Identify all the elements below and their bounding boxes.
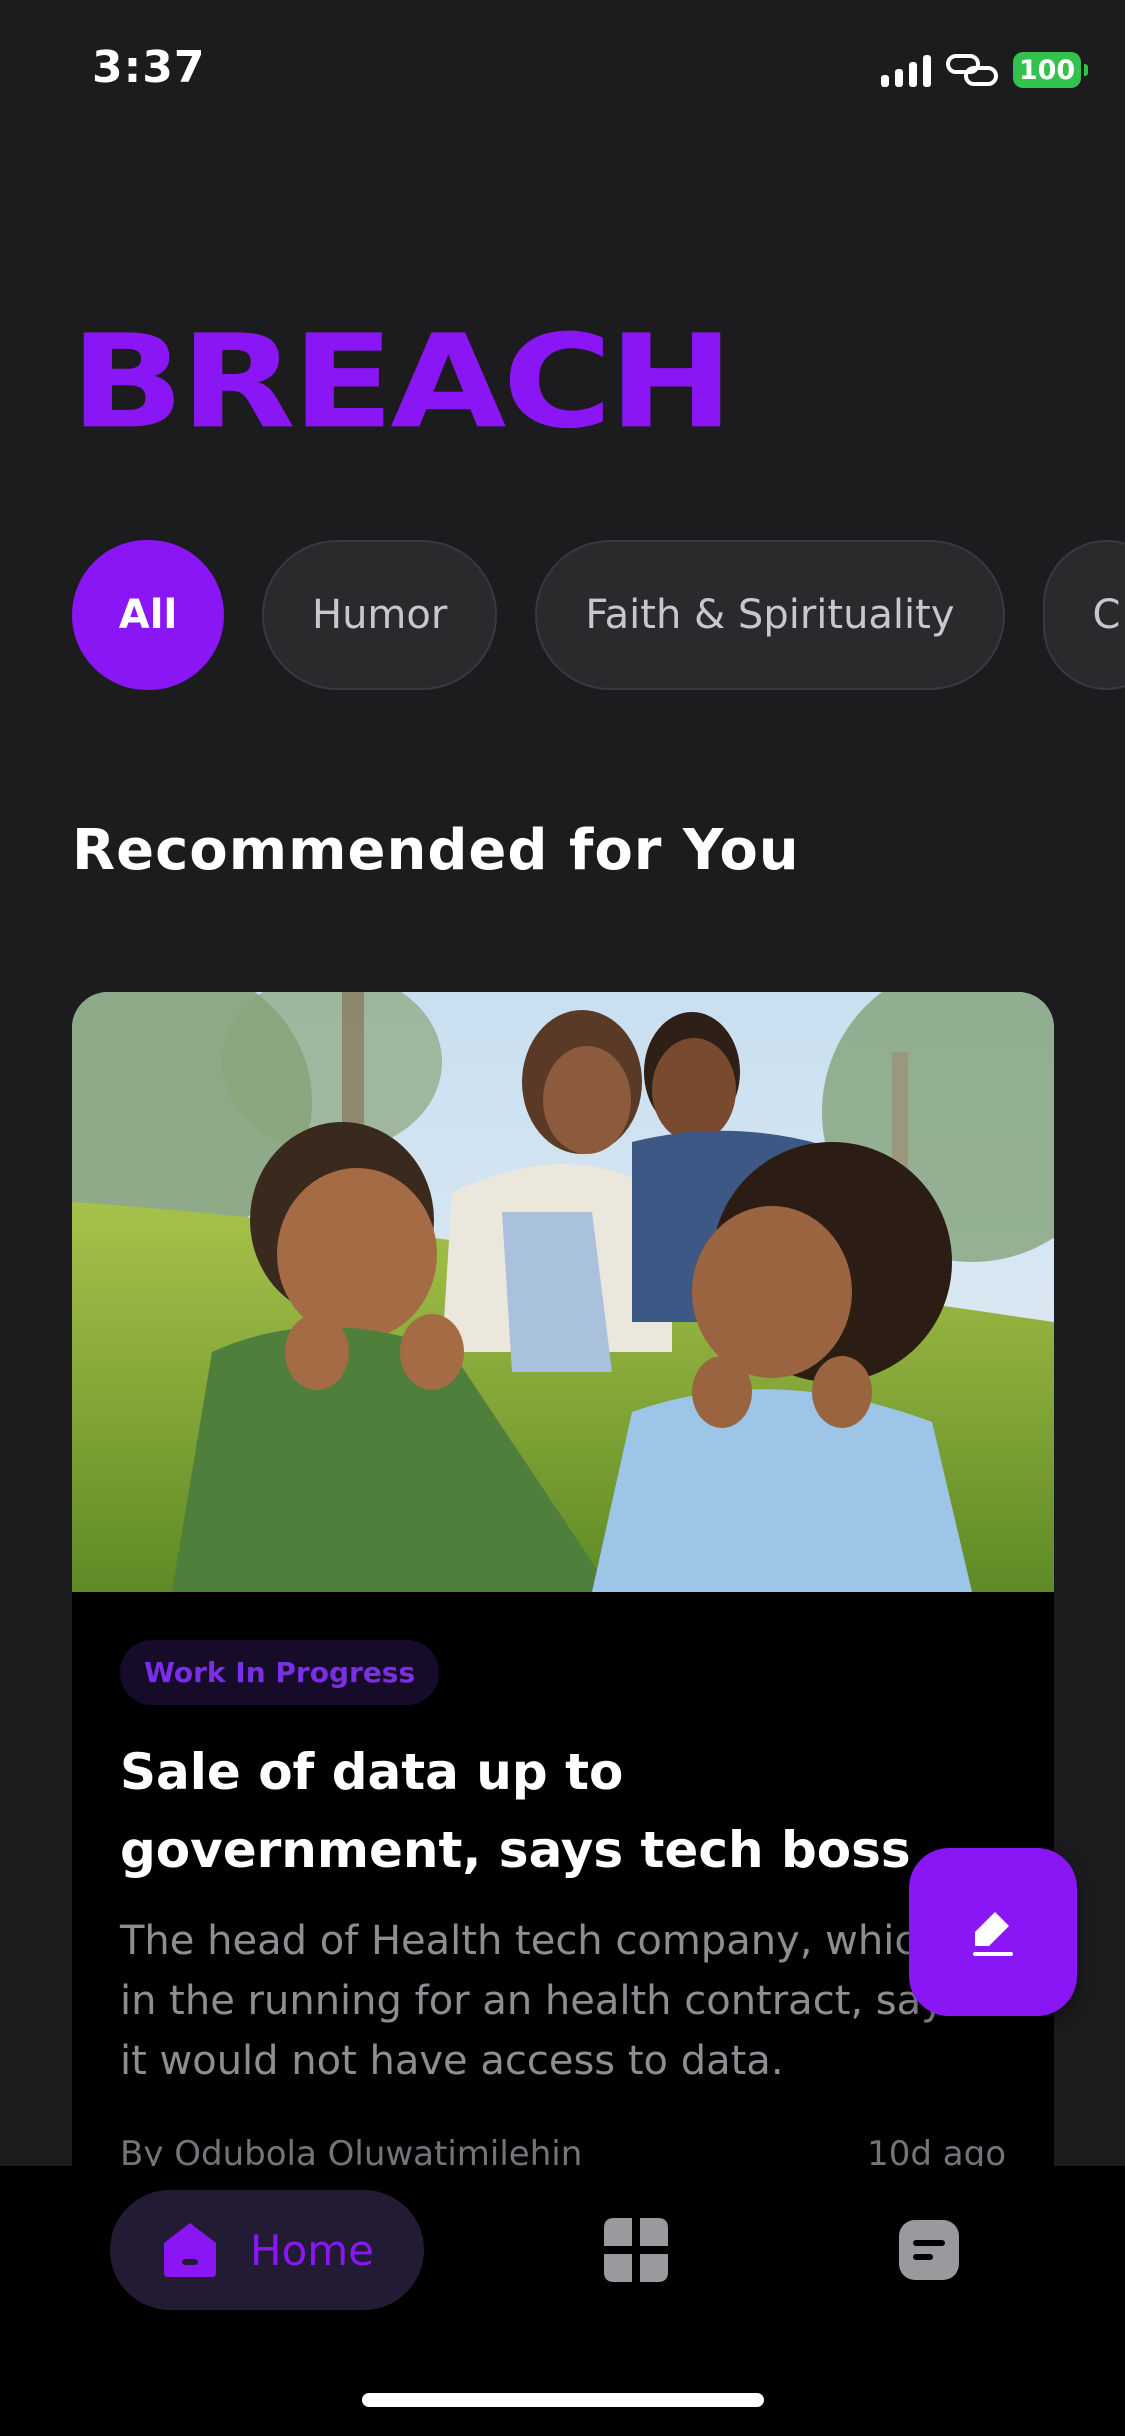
article-description: The head of Health tech company, which i… bbox=[120, 1918, 987, 2084]
home-icon bbox=[163, 2223, 216, 2277]
compose-button[interactable] bbox=[909, 1848, 1077, 2016]
app-logo: BREACH bbox=[70, 307, 734, 458]
status-icons: 100 bbox=[881, 48, 1088, 92]
cellular-signal-icon bbox=[881, 53, 931, 87]
article-image bbox=[72, 992, 1054, 1592]
chip-partial[interactable]: C bbox=[1042, 540, 1125, 690]
section-title: Recommended for You bbox=[72, 818, 800, 883]
article-card[interactable]: Work In Progress Sale of data up to gove… bbox=[72, 992, 1054, 2262]
chip-all[interactable]: All bbox=[72, 540, 224, 690]
edit-pen-icon bbox=[973, 1912, 1013, 1956]
nav-home-label: Home bbox=[249, 2225, 375, 2275]
home-indicator bbox=[362, 2393, 764, 2407]
chip-faith-spirituality[interactable]: Faith & Spirituality bbox=[535, 540, 1005, 690]
status-badge: Work In Progress bbox=[120, 1640, 440, 1705]
category-chips: All Humor Faith & Spirituality C bbox=[72, 540, 1125, 690]
article-title[interactable]: Sale of data up to government, says tech… bbox=[120, 1733, 1000, 1889]
chip-humor[interactable]: Humor bbox=[262, 540, 498, 690]
article-body: Work In Progress Sale of data up to gove… bbox=[72, 1592, 1054, 2139]
battery-indicator: 100 bbox=[1013, 52, 1088, 88]
nav-home[interactable]: Home bbox=[110, 2190, 424, 2310]
message-icon[interactable] bbox=[893, 2214, 965, 2286]
status-time: 3:37 bbox=[92, 42, 206, 93]
grid-icon[interactable] bbox=[600, 2214, 672, 2286]
personal-hotspot-icon bbox=[946, 54, 998, 86]
screen: 3:37 100 BREACH All Humor Faith & Spirit… bbox=[0, 0, 1125, 2436]
status-bar: 3:37 100 bbox=[0, 0, 1125, 140]
